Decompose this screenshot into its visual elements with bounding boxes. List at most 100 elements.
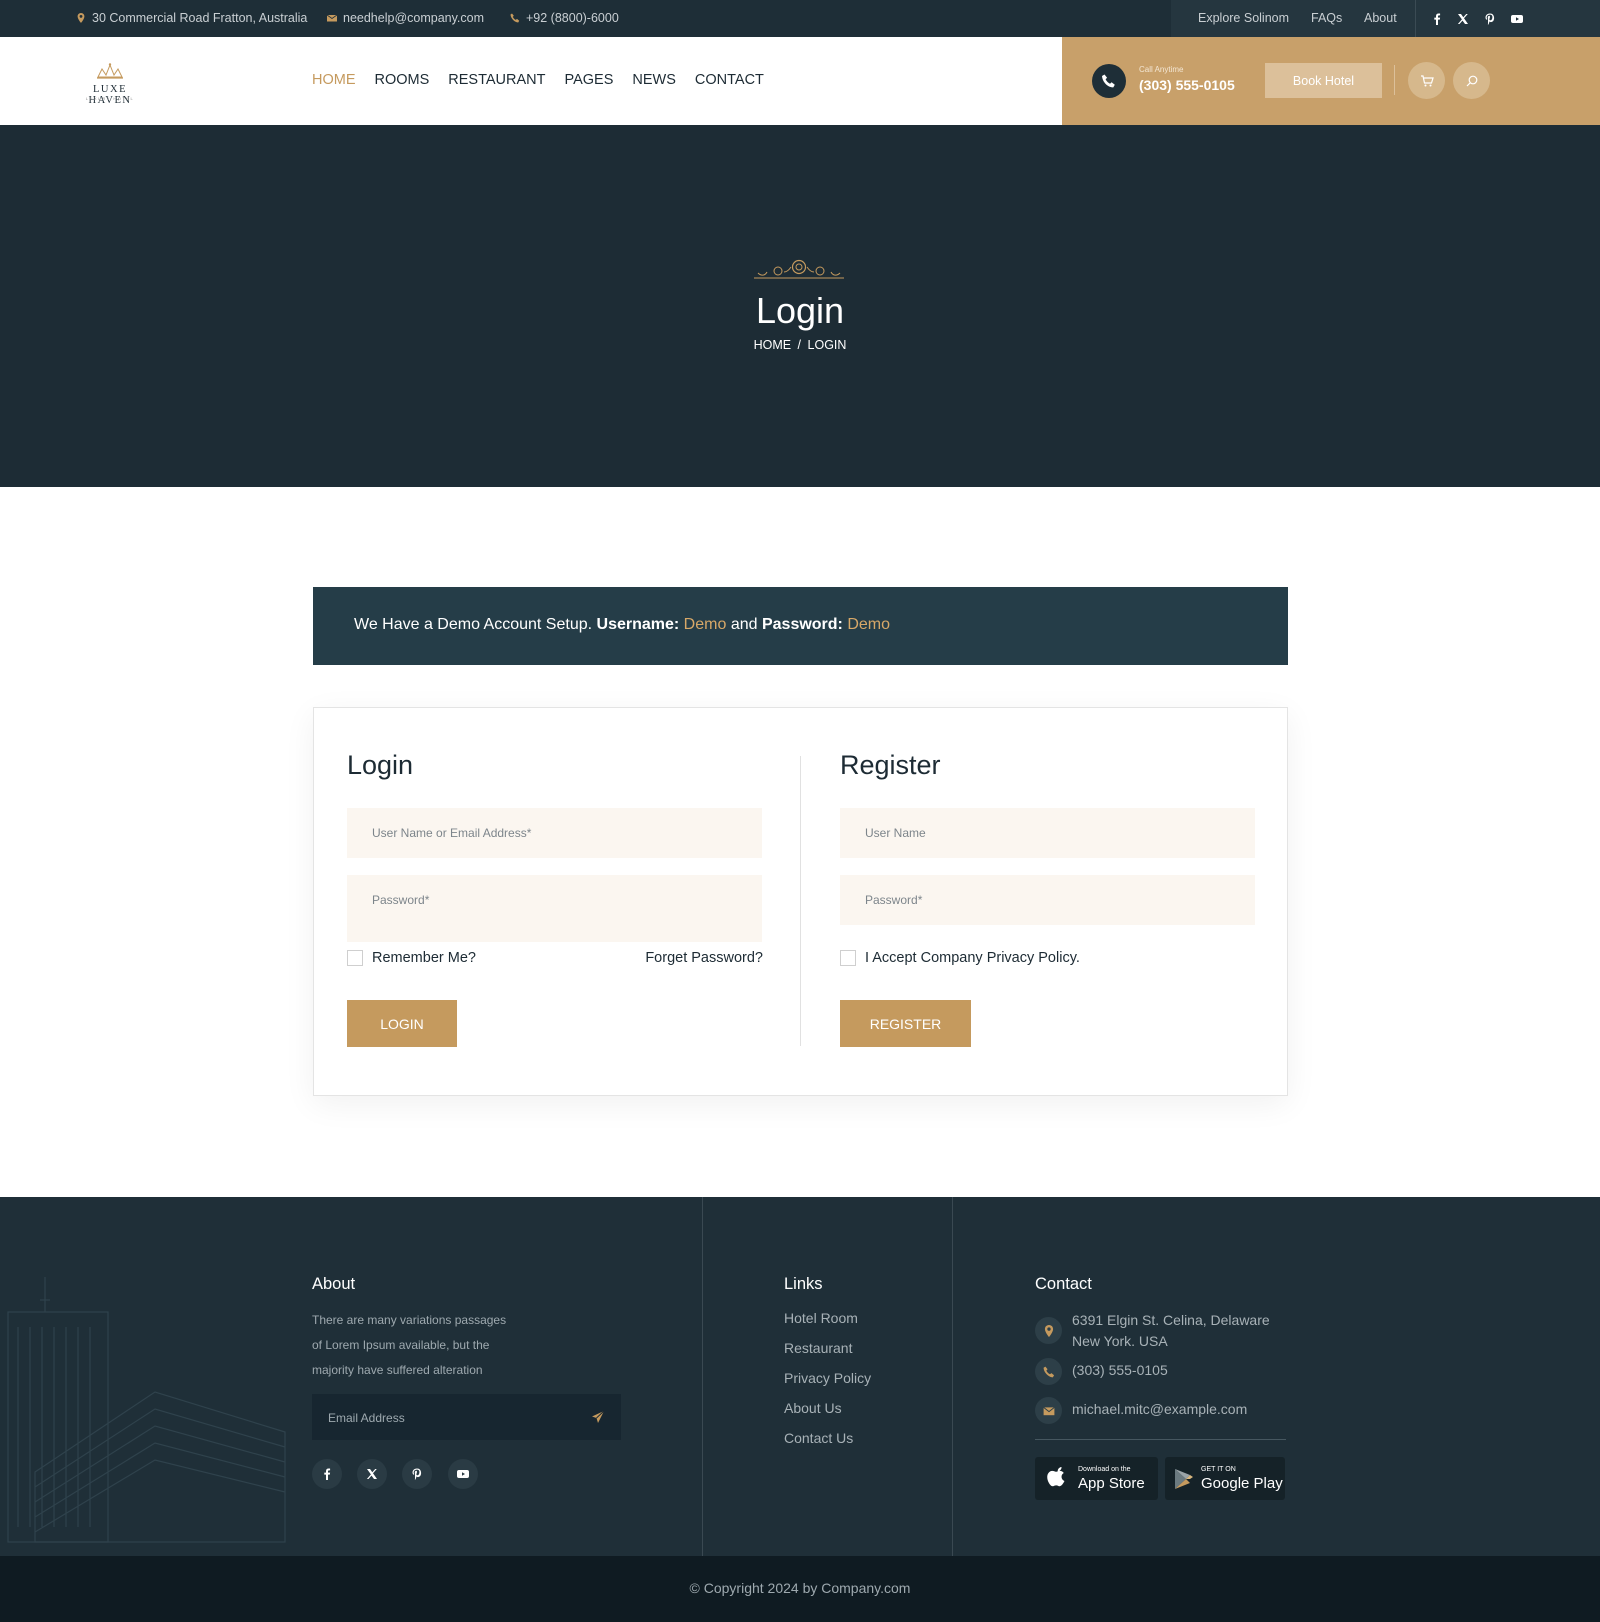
nav-home[interactable]: HOME	[312, 72, 356, 88]
site-footer: About There are many variations passages…	[0, 1197, 1600, 1556]
cart-button[interactable]	[1408, 62, 1445, 99]
footer-link-privacy-policy[interactable]: Privacy Policy	[784, 1370, 871, 1386]
footer-divider	[702, 1197, 703, 1556]
address-item: 30 Commercial Road Fratton, Australia	[76, 11, 307, 25]
login-button[interactable]: LOGIN	[347, 1000, 457, 1047]
footer-contact-title: Contact	[1035, 1275, 1092, 1293]
username-label: Username:	[596, 616, 680, 633]
register-password-placeholder: Password*	[865, 893, 923, 907]
location-pin-icon	[77, 13, 85, 23]
column-divider	[800, 756, 801, 1046]
register-username-placeholder: User Name	[865, 826, 926, 840]
phone-text: +92 (8800)-6000	[526, 11, 619, 25]
copyright-text: © Copyright 2024 by Company.com	[689, 1580, 911, 1596]
email-text: needhelp@company.com	[343, 11, 485, 25]
google-play-small: GET IT ON	[1201, 1466, 1236, 1473]
email-item[interactable]: needhelp@company.com	[327, 11, 484, 25]
divider	[1035, 1439, 1286, 1440]
page-hero: Login HOME / LOGIN	[0, 125, 1600, 487]
register-title: Register	[840, 750, 941, 780]
auth-card: Login User Name or Email Address* Passwo…	[313, 707, 1288, 1096]
about-link[interactable]: About	[1364, 11, 1397, 25]
register-password-input[interactable]: Password*	[840, 875, 1255, 925]
footer-about-title: About	[312, 1275, 356, 1293]
about-line: majority have suffered alteration	[312, 1363, 483, 1377]
pinterest-icon[interactable]	[1483, 12, 1497, 26]
facebook-icon[interactable]	[312, 1459, 342, 1489]
footer-link-about-us[interactable]: About Us	[784, 1400, 842, 1416]
top-bar: 30 Commercial Road Fratton, Australia ne…	[0, 0, 1600, 37]
about-line: of Lorem Ipsum available, but the	[312, 1338, 490, 1352]
breadcrumb: HOME / LOGIN	[0, 338, 1600, 352]
explore-link[interactable]: Explore Solinom	[1198, 11, 1289, 25]
contact-phone[interactable]: (303) 555-0105	[1072, 1360, 1168, 1381]
footer-link-restaurant[interactable]: Restaurant	[784, 1340, 852, 1356]
app-store-small: Download on the	[1078, 1466, 1131, 1473]
address-line: 6391 Elgin St. Celina, Delaware	[1072, 1312, 1270, 1328]
x-icon[interactable]	[357, 1459, 387, 1489]
book-hotel-button[interactable]: Book Hotel	[1265, 63, 1382, 98]
privacy-policy-label[interactable]: I Accept Company Privacy Policy.	[865, 950, 1080, 966]
footer-link-contact-us[interactable]: Contact Us	[784, 1430, 853, 1446]
register-username-input[interactable]: User Name	[840, 808, 1255, 858]
facebook-icon[interactable]	[1430, 12, 1444, 26]
password-label: Password:	[761, 616, 843, 633]
footer-divider	[952, 1197, 953, 1556]
google-play-button[interactable]: GET IT ON Google Play	[1165, 1457, 1285, 1500]
x-icon[interactable]	[1456, 12, 1470, 26]
send-icon[interactable]	[591, 1410, 605, 1424]
register-button[interactable]: REGISTER	[840, 1000, 971, 1047]
newsletter-placeholder: Email Address	[328, 1411, 405, 1425]
youtube-icon[interactable]	[448, 1459, 478, 1489]
logo-subtext: LUXURY HOTEL	[85, 96, 135, 101]
divider	[1394, 65, 1395, 95]
demo-lead: We Have a Demo Account Setup.	[354, 616, 593, 633]
footer-link-hotel-room[interactable]: Hotel Room	[784, 1310, 858, 1326]
contact-address: 6391 Elgin St. Celina, Delaware New York…	[1072, 1310, 1270, 1352]
faqs-link[interactable]: FAQs	[1311, 11, 1342, 25]
remember-me-label[interactable]: Remember Me?	[372, 950, 476, 966]
divider	[1415, 0, 1416, 37]
envelope-icon	[1035, 1397, 1062, 1424]
breadcrumb-separator: /	[797, 338, 802, 352]
nav-rooms[interactable]: ROOMS	[375, 72, 430, 88]
ornament-icon	[754, 259, 844, 279]
phone-icon	[510, 13, 520, 23]
envelope-icon	[327, 14, 337, 22]
nav-news[interactable]: NEWS	[632, 72, 676, 88]
phone-icon	[1035, 1358, 1062, 1385]
forget-password-link[interactable]: Forget Password?	[645, 950, 763, 966]
phone-call-icon[interactable]	[1092, 64, 1126, 98]
header-cta-area: Call Anytime (303) 555-0105 Book Hotel	[1062, 37, 1600, 125]
youtube-icon[interactable]	[1510, 12, 1524, 26]
breadcrumb-home[interactable]: HOME	[754, 338, 792, 352]
google-play-icon	[1175, 1469, 1193, 1489]
copyright-bar: © Copyright 2024 by Company.com	[0, 1556, 1600, 1622]
call-number[interactable]: (303) 555-0105	[1139, 77, 1235, 93]
newsletter-email-input[interactable]: Email Address	[312, 1394, 621, 1440]
nav-contact[interactable]: CONTACT	[695, 72, 764, 88]
main-nav: HOME ROOMS RESTAURANT PAGES NEWS CONTACT	[312, 72, 764, 88]
footer-links-title: Links	[784, 1275, 823, 1293]
password-value: Demo	[847, 616, 891, 633]
remember-me-checkbox[interactable]	[347, 950, 363, 966]
address-line: New York. USA	[1072, 1333, 1168, 1349]
building-outline-illustration	[7, 1277, 286, 1543]
privacy-policy-checkbox[interactable]	[840, 950, 856, 966]
nav-pages[interactable]: PAGES	[565, 72, 614, 88]
pinterest-icon[interactable]	[402, 1459, 432, 1489]
contact-email[interactable]: michael.mitc@example.com	[1072, 1399, 1247, 1420]
breadcrumb-current: LOGIN	[807, 338, 847, 352]
search-icon	[1466, 75, 1477, 86]
page-title: Login	[755, 290, 845, 331]
search-button[interactable]	[1453, 62, 1490, 99]
app-store-button[interactable]: Download on the App Store	[1035, 1457, 1158, 1500]
phone-item[interactable]: +92 (8800)-6000	[510, 11, 619, 25]
call-label: Call Anytime	[1139, 65, 1184, 74]
demo-account-notice: We Have a Demo Account Setup. Username: …	[313, 587, 1288, 665]
login-password-placeholder: Password*	[372, 893, 430, 907]
login-password-input[interactable]: Password*	[347, 875, 762, 942]
login-username-input[interactable]: User Name or Email Address*	[347, 808, 762, 858]
nav-restaurant[interactable]: RESTAURANT	[448, 72, 545, 88]
address-text: 30 Commercial Road Fratton, Australia	[92, 11, 308, 25]
